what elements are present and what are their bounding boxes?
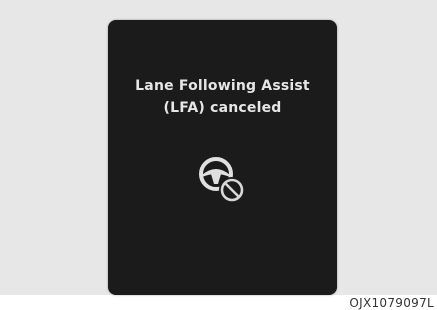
prohibited-icon	[219, 177, 245, 203]
cluster-display: Lane Following Assist (LFA) canceled	[108, 20, 337, 295]
message-line-2: (LFA) canceled	[163, 100, 282, 116]
steering-wheel-cancel-icon	[192, 150, 252, 210]
figure-code: OJX1079097L	[349, 296, 434, 310]
message-line-1: Lane Following Assist	[135, 78, 310, 94]
lfa-message: Lane Following Assist (LFA) canceled	[108, 75, 337, 119]
